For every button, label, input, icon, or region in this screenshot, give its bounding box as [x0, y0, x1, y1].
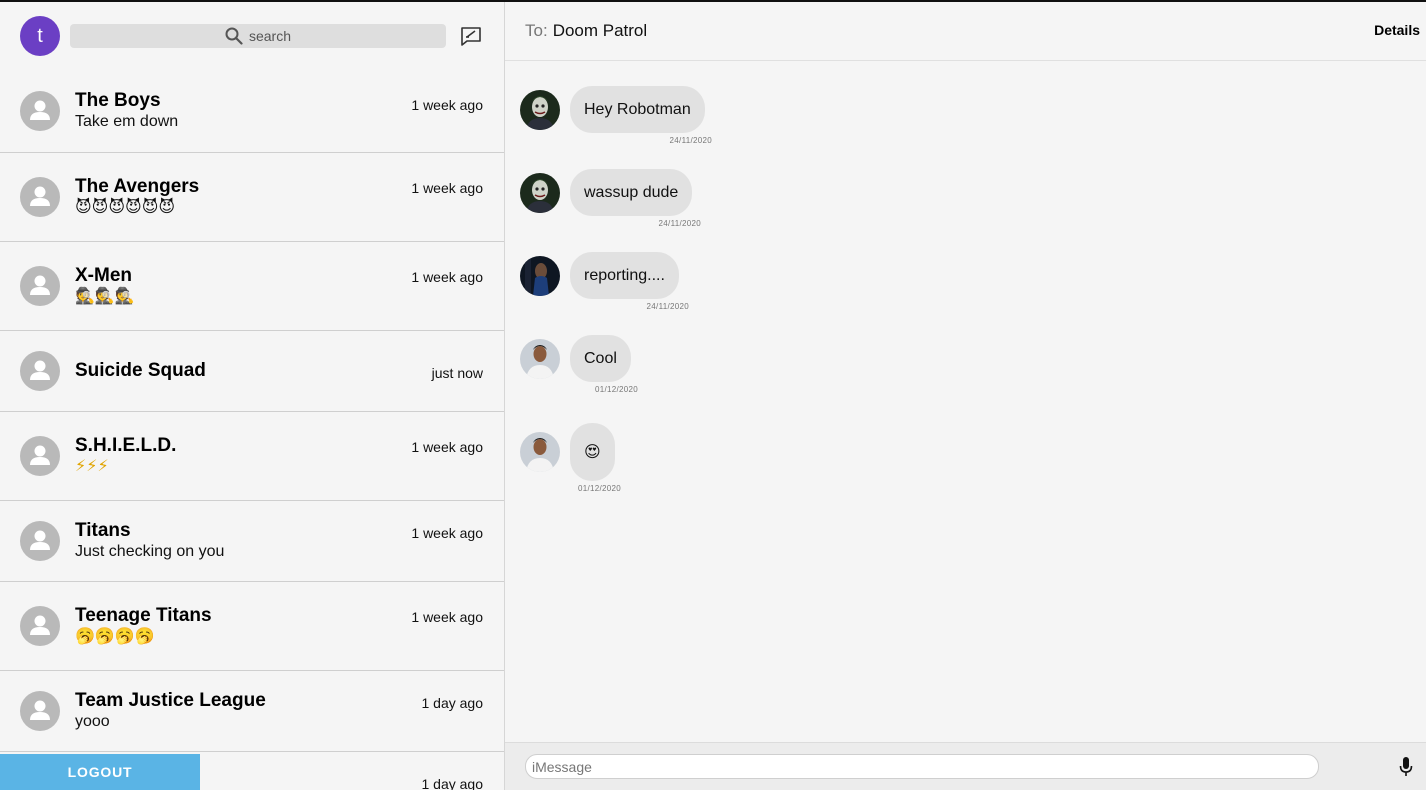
sender-photo-icon: [520, 255, 560, 296]
message-date: 24/11/2020: [658, 219, 701, 228]
conversation-time: 1 week ago: [411, 269, 483, 285]
conversation-item[interactable]: S.H.I.E.L.D. ⚡⚡⚡ 1 week ago: [0, 412, 504, 501]
conversation-time: 1 day ago: [421, 695, 484, 711]
group-avatar: [20, 91, 60, 131]
sender-photo-icon: [520, 172, 560, 213]
message: Cool 01/12/2020: [520, 335, 712, 423]
conversation-last-message: 🕵🕵🕵: [75, 288, 135, 305]
group-avatar: [20, 606, 60, 646]
conversation-item[interactable]: Suicide Squad just now: [0, 331, 504, 412]
conversation-item[interactable]: Teenage Titans 🥱🥱🥱🥱 1 week ago: [0, 582, 504, 671]
conversation-info: Suicide Squad: [75, 360, 484, 382]
search-placeholder: search: [248, 28, 292, 44]
conversation-last-message: Just checking on you: [75, 543, 225, 560]
sender-avatar: [520, 432, 560, 472]
group-avatar: [20, 266, 60, 306]
conversation-last-message: 🥱🥱🥱🥱: [75, 628, 155, 645]
conversation-item[interactable]: X-Men 🕵🕵🕵 1 week ago: [0, 242, 504, 331]
details-button[interactable]: Details: [1374, 22, 1420, 38]
user-avatar[interactable]: t: [20, 16, 60, 56]
message-list: Hey Robotman 24/11/2020 wassup dude 24/1…: [520, 86, 712, 493]
microphone-button[interactable]: [1396, 757, 1416, 777]
compose-button[interactable]: [460, 25, 482, 47]
message-input[interactable]: [525, 754, 1319, 779]
person-icon: [30, 700, 50, 720]
group-avatar: [20, 177, 60, 217]
sender-photo-icon: [520, 338, 560, 379]
conversation-last-message: 😈😈😈😈😈😈: [75, 199, 176, 216]
person-icon: [30, 275, 50, 295]
message-date: 24/11/2020: [646, 302, 689, 311]
conversation-time: 1 day ago: [421, 776, 484, 790]
sender-avatar: [520, 338, 560, 379]
person-icon: [30, 100, 50, 120]
message: 😍 01/12/2020: [520, 423, 712, 493]
message-date: 01/12/2020: [577, 484, 621, 493]
message-bubble[interactable]: Cool: [570, 335, 631, 382]
conversation-time: 1 week ago: [411, 97, 483, 113]
person-icon: [30, 615, 50, 635]
sender-avatar: [520, 172, 560, 213]
conversation-time: 1 week ago: [411, 525, 483, 541]
conversation-sidebar: t search The Boys Take em down 1 week ag…: [0, 2, 505, 790]
message-date: 24/11/2020: [669, 136, 712, 145]
search-icon: [225, 27, 243, 45]
conversation-name: Suicide Squad: [75, 360, 206, 381]
conversation-time: 1 week ago: [411, 180, 483, 196]
sender-photo-icon: [520, 432, 560, 472]
sender-photo-icon: [520, 89, 560, 130]
recipient-name: Doom Patrol: [552, 21, 648, 40]
group-avatar: [20, 521, 60, 561]
conversation-item[interactable]: The Boys Take em down 1 week ago: [0, 70, 504, 153]
search-input[interactable]: search: [70, 24, 446, 48]
message-composer: [505, 742, 1426, 790]
conversation-last-message: Take em down: [75, 113, 179, 130]
messenger-app: t search The Boys Take em down 1 week ag…: [0, 2, 1426, 790]
conversation-item[interactable]: Team Justice League yooo 1 day ago: [0, 671, 504, 752]
conversation-time: 1 week ago: [411, 609, 483, 625]
logout-button[interactable]: LOGOUT: [0, 754, 200, 790]
conversation-item[interactable]: The Avengers 😈😈😈😈😈😈 1 week ago: [0, 153, 504, 242]
message-date: 01/12/2020: [594, 385, 638, 394]
message-bubble[interactable]: reporting....: [570, 252, 679, 299]
microphone-icon: [1399, 757, 1413, 776]
message: reporting.... 24/11/2020: [520, 252, 712, 335]
message-bubble[interactable]: 😍: [570, 423, 615, 481]
sender-avatar: [520, 255, 560, 296]
sidebar-header: t search: [0, 2, 504, 70]
conversation-item[interactable]: Titans Just checking on you 1 week ago: [0, 501, 504, 582]
message-bubble[interactable]: wassup dude: [570, 169, 693, 216]
message: wassup dude 24/11/2020: [520, 169, 712, 252]
conversation-time: just now: [431, 365, 483, 381]
group-avatar: [20, 691, 60, 731]
to-label: To:: [525, 21, 548, 40]
person-icon: [30, 530, 50, 550]
person-icon: [30, 445, 50, 465]
message: Hey Robotman 24/11/2020: [520, 86, 712, 169]
conversation-last-message: ⚡⚡⚡: [75, 458, 109, 475]
conversation-list: The Boys Take em down 1 week ago The Ave…: [0, 70, 504, 790]
compose-icon: [461, 27, 481, 46]
chat-panel: To: Doom Patrol Details Hey Robotman 24/…: [505, 2, 1426, 790]
group-avatar: [20, 351, 60, 391]
person-icon: [30, 186, 50, 206]
chat-header: To: Doom Patrol Details: [505, 2, 1426, 61]
conversation-time: 1 week ago: [411, 439, 483, 455]
group-avatar: [20, 436, 60, 476]
sender-avatar: [520, 89, 560, 130]
conversation-last-message: yooo: [75, 713, 110, 730]
person-icon: [30, 360, 50, 380]
message-bubble[interactable]: Hey Robotman: [570, 86, 705, 133]
